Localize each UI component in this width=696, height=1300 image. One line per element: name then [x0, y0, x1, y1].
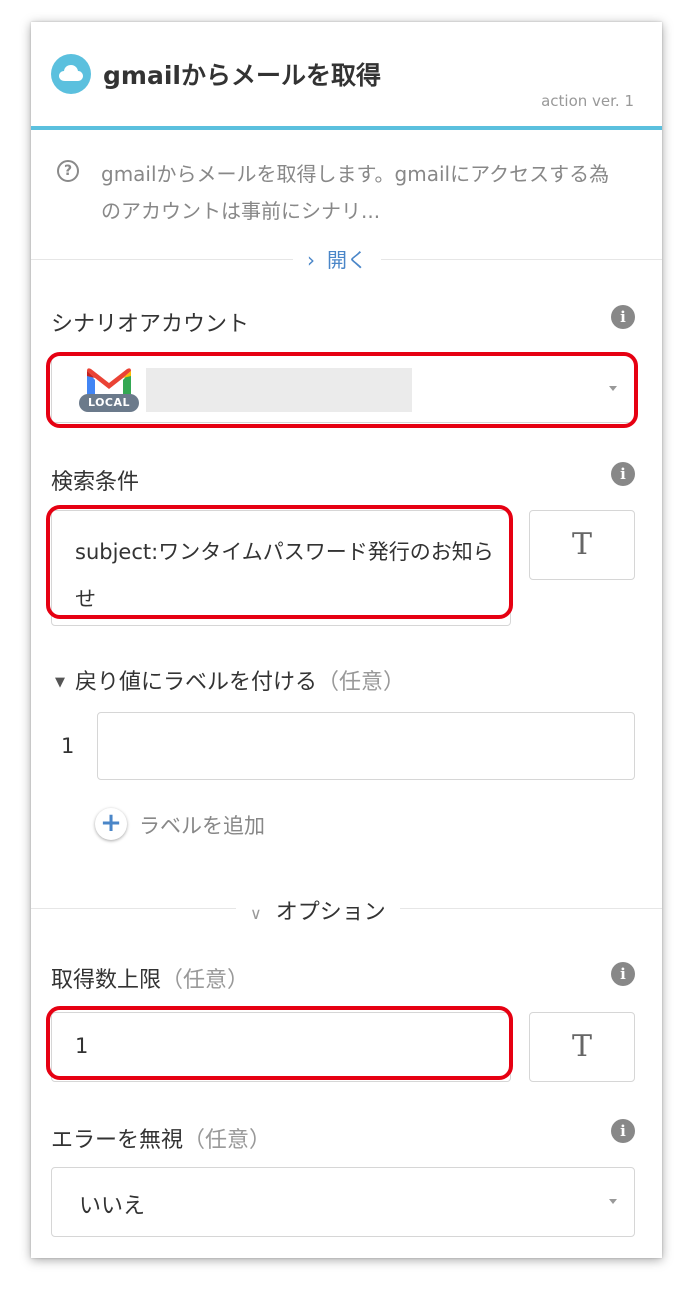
max-count-optional: （任意） [161, 968, 250, 993]
info-icon[interactable]: i [611, 462, 635, 486]
search-highlight [46, 505, 513, 619]
label-input[interactable] [97, 712, 635, 780]
ignore-error-title: エラーを無視 [51, 1128, 184, 1153]
account-label: シナリオアカウント [51, 312, 250, 337]
action-description: gmailからメールを取得します。gmailにアクセスする為のアカウントは事前に… [101, 162, 610, 223]
action-panel: gmailからメールを取得 action ver. 1 ? gmailからメール… [31, 22, 662, 1258]
return-label-optional: （任意） [317, 670, 406, 695]
question-circle-icon: ? [57, 160, 79, 182]
options-toggle-label: オプション [275, 900, 386, 925]
dropdown-caret-icon [609, 1199, 617, 1204]
max-count-title: 取得数上限 [51, 968, 162, 993]
panel-header: gmailからメールを取得 action ver. 1 [31, 22, 662, 130]
add-label-text: ラベルを追加 [139, 814, 265, 838]
ignore-error-optional: （任意） [183, 1128, 272, 1153]
account-highlight [46, 352, 638, 428]
open-description-toggle[interactable]: › 開く [293, 244, 381, 273]
max-count-label: 取得数上限（任意） [51, 962, 249, 994]
plus-icon: + [95, 808, 127, 840]
search-label: 検索条件 [51, 470, 140, 495]
ignore-error-label: エラーを無視（任意） [51, 1122, 271, 1154]
return-label-title: 戻り値にラベルを付ける [75, 670, 318, 695]
chevron-down-icon: ∨ [250, 904, 262, 923]
chevron-right-icon: › [307, 248, 315, 272]
return-label-toggle[interactable]: ▼ 戻り値にラベルを付ける（任意） [55, 664, 405, 696]
open-toggle-label: 開く [327, 248, 367, 272]
options-toggle[interactable]: ∨ オプション [236, 894, 400, 926]
info-icon[interactable]: i [611, 962, 635, 986]
max-count-highlight [46, 1006, 513, 1080]
action-version: action ver. 1 [541, 92, 634, 110]
action-title: gmailからメールを取得 [103, 61, 381, 90]
info-icon[interactable]: i [611, 1119, 635, 1143]
info-icon[interactable]: i [611, 305, 635, 329]
search-text-mode-button[interactable]: T [529, 510, 635, 580]
triangle-down-icon: ▼ [55, 675, 65, 690]
cloud-icon [51, 54, 91, 94]
label-row-index: 1 [61, 734, 75, 758]
max-count-text-mode-button[interactable]: T [529, 1012, 635, 1082]
ignore-error-value: いいえ [79, 1194, 146, 1219]
